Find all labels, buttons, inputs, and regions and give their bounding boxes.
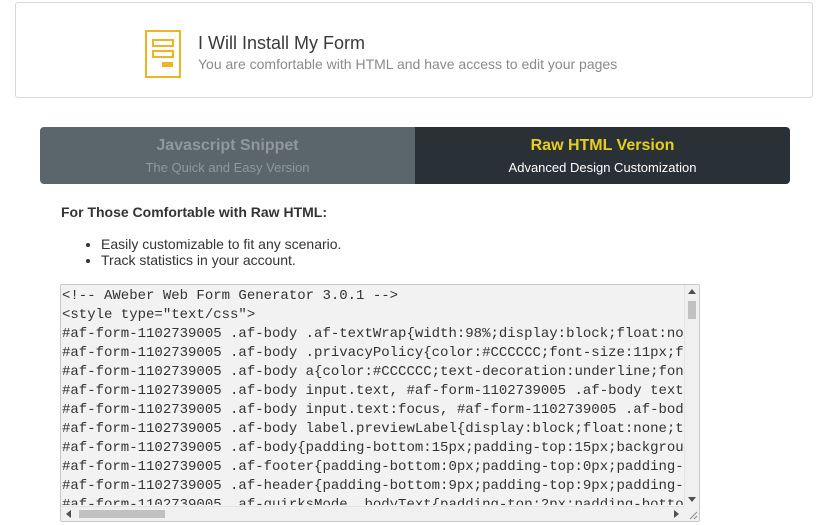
feature-list: Easily customizable to fit any scenario.…: [80, 236, 341, 268]
list-item: Track statistics in your account.: [101, 252, 341, 268]
form-code-content[interactable]: <!-- AWeber Web Form Generator 3.0.1 -->…: [62, 287, 684, 505]
vertical-scroll-thumb[interactable]: [688, 301, 696, 319]
scroll-left-arrow-icon[interactable]: [66, 510, 71, 518]
tab-title: Raw HTML Version: [530, 137, 675, 154]
form-code-textarea[interactable]: <!-- AWeber Web Form Generator 3.0.1 -->…: [60, 284, 700, 522]
scroll-up-arrow-icon[interactable]: [688, 289, 696, 294]
horizontal-scroll-thumb[interactable]: [79, 510, 165, 518]
tab-javascript-snippet[interactable]: Javascript Snippet The Quick and Easy Ve…: [40, 127, 415, 184]
form-icon: [145, 30, 181, 78]
resize-grip-icon[interactable]: [684, 506, 699, 521]
scroll-right-arrow-icon[interactable]: [674, 510, 679, 518]
install-option-title: I Will Install My Form: [198, 33, 366, 53]
install-option-subtitle: You are comfortable with HTML and have a…: [198, 56, 618, 72]
tab-raw-html-version[interactable]: Raw HTML Version Advanced Design Customi…: [415, 127, 790, 184]
raw-html-heading: For Those Comfortable with Raw HTML:: [61, 204, 327, 220]
tab-title: Javascript Snippet: [156, 137, 299, 154]
tab-subtitle: The Quick and Easy Version: [145, 160, 310, 175]
install-option-card[interactable]: I Will Install My Form You are comfortab…: [15, 2, 813, 98]
scroll-down-arrow-icon[interactable]: [688, 497, 696, 502]
list-item: Easily customizable to fit any scenario.: [101, 236, 341, 252]
tab-subtitle: Advanced Design Customization: [508, 160, 697, 175]
install-method-tabs: Javascript Snippet The Quick and Easy Ve…: [40, 127, 790, 184]
horizontal-scrollbar[interactable]: [61, 506, 684, 521]
vertical-scrollbar[interactable]: [684, 285, 699, 506]
